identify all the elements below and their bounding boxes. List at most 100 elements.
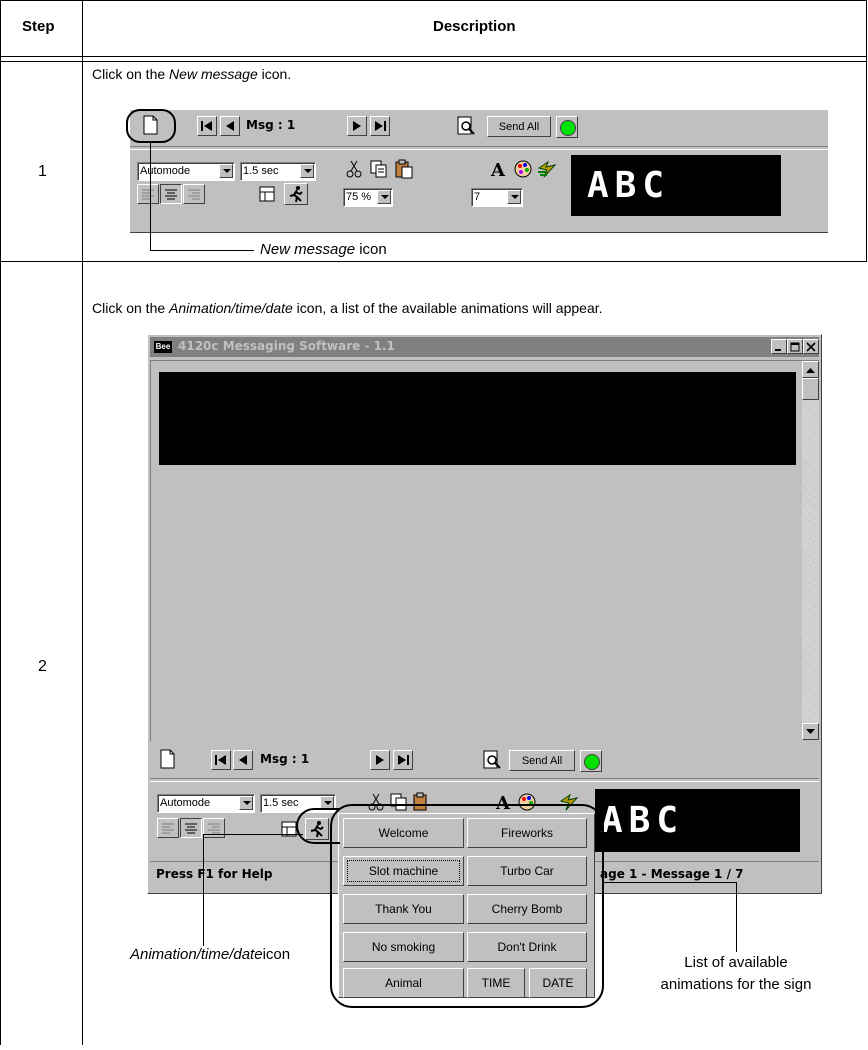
- status-light-button-window[interactable]: [580, 750, 602, 772]
- cut-icon[interactable]: [343, 158, 365, 180]
- step2-instruction-suffix: icon, a list of the available animations…: [292, 300, 603, 316]
- align-left-button-window[interactable]: [157, 818, 179, 838]
- zoom-dropdown[interactable]: 75 %: [343, 188, 393, 207]
- first-message-button[interactable]: [197, 116, 217, 136]
- led-preview-window: ABC: [595, 789, 800, 852]
- minimize-button[interactable]: [771, 339, 787, 354]
- step1-caption-suffix: icon: [355, 241, 387, 258]
- chevron-down-icon: [507, 190, 521, 204]
- align-left-button[interactable]: [137, 184, 159, 204]
- status-help: Press F1 for Help: [156, 867, 273, 881]
- send-all-button-window[interactable]: Send All: [509, 750, 575, 771]
- last-message-button[interactable]: [370, 116, 390, 136]
- list-caption-line1: List of available: [684, 954, 788, 971]
- led-preview: ABC: [571, 155, 781, 216]
- align-center-button-window[interactable]: [180, 818, 202, 838]
- step1-instruction: Click on the New message icon.: [92, 66, 291, 82]
- next-message-button[interactable]: [347, 116, 367, 136]
- preview-icon[interactable]: [455, 115, 477, 137]
- status-light-button[interactable]: [556, 116, 578, 138]
- scroll-up-button[interactable]: [802, 361, 819, 378]
- previous-icon: [226, 121, 234, 131]
- duration-dropdown[interactable]: 1.5 sec: [240, 162, 316, 181]
- scroll-down-button[interactable]: [802, 723, 819, 740]
- header-rule-2: [0, 61, 867, 62]
- align-center-button[interactable]: [160, 184, 182, 204]
- previous-icon: [239, 755, 247, 765]
- vertical-scrollbar[interactable]: [802, 361, 819, 740]
- maximize-icon: [790, 342, 800, 351]
- font-icon[interactable]: A: [488, 158, 510, 181]
- running-man-icon: [289, 186, 303, 203]
- mode-dropdown-window[interactable]: Automode: [157, 794, 255, 813]
- step2-caption-suffix: icon: [262, 946, 291, 963]
- new-message-callout: [126, 109, 176, 143]
- green-status-icon: [560, 120, 576, 136]
- mode-value: Automode: [160, 797, 211, 809]
- align-right-button[interactable]: [183, 184, 205, 204]
- step-number-1: 1: [38, 163, 47, 180]
- mode-dropdown[interactable]: Automode: [137, 162, 235, 181]
- list-leader-v: [736, 882, 737, 952]
- skip-last-icon: [398, 755, 409, 765]
- next-icon: [376, 755, 384, 765]
- send-all-button[interactable]: Send All: [487, 116, 551, 137]
- font-size-dropdown[interactable]: 7: [471, 188, 523, 207]
- message-display: [159, 372, 796, 465]
- zoom-value: 75 %: [346, 191, 372, 203]
- font-size-value: 7: [474, 191, 481, 203]
- maximize-button[interactable]: [787, 339, 803, 354]
- window-title: 4120c Messaging Software - 1.1: [178, 339, 395, 353]
- animation-icon-leader-h: [203, 834, 303, 835]
- paste-icon[interactable]: [393, 158, 415, 180]
- chevron-down-icon: [239, 796, 253, 810]
- duration-value: 1.5 sec: [243, 165, 279, 177]
- chevron-down-icon: [806, 728, 815, 734]
- next-message-button-window[interactable]: [370, 750, 390, 770]
- previous-message-button-window[interactable]: [233, 750, 253, 770]
- step2-caption-em: Animation/time/date: [130, 946, 263, 963]
- skip-first-icon: [201, 121, 212, 131]
- close-icon: [806, 341, 816, 352]
- table-left-border: [0, 0, 1, 1045]
- step1-instruction-em: New message: [169, 66, 258, 82]
- first-message-button-window[interactable]: [211, 750, 231, 770]
- animation-icon-callout-link: [296, 808, 340, 844]
- step1-instruction-suffix: icon.: [257, 66, 292, 82]
- list-caption-line2: animations for the sign: [660, 976, 812, 993]
- step-number-2: 2: [38, 658, 47, 675]
- svg-text:A: A: [490, 160, 506, 180]
- step2-instruction-em: Animation/time/date: [169, 300, 293, 316]
- new-message-icon-window[interactable]: [156, 748, 178, 770]
- animation-icon-leader-v: [203, 834, 204, 946]
- align-left-icon: [162, 823, 174, 834]
- align-center-icon: [165, 189, 177, 200]
- close-button[interactable]: [803, 339, 819, 354]
- row-divider: [0, 261, 867, 262]
- align-right-icon: [208, 823, 220, 834]
- next-icon: [353, 121, 361, 131]
- header-description: Description: [433, 18, 516, 35]
- window-toolbar-separator: [150, 778, 819, 782]
- step1-instruction-prefix: Click on the: [92, 66, 170, 82]
- lightning-effect-icon[interactable]: [536, 158, 558, 180]
- color-palette-icon[interactable]: [512, 158, 534, 180]
- chevron-down-icon: [300, 164, 314, 178]
- chevron-up-icon: [806, 367, 815, 373]
- last-message-button-window[interactable]: [393, 750, 413, 770]
- msg-counter-window: Msg : 1: [260, 752, 310, 766]
- animation-button[interactable]: [284, 183, 308, 205]
- copy-icon[interactable]: [368, 158, 390, 180]
- previous-message-button[interactable]: [220, 116, 240, 136]
- new-message-leader-h: [150, 250, 254, 251]
- step1-caption-em: New message: [260, 241, 356, 258]
- preview-icon-window[interactable]: [481, 749, 503, 771]
- frame-icon[interactable]: [256, 183, 278, 205]
- step2-instruction-prefix: Click on the: [92, 300, 170, 316]
- align-right-button-window[interactable]: [203, 818, 225, 838]
- scroll-thumb[interactable]: [802, 378, 819, 400]
- align-left-icon: [142, 189, 154, 200]
- step1-caption: New message icon: [260, 241, 387, 258]
- step2-instruction: Click on the Animation/time/date icon, a…: [92, 300, 603, 316]
- chevron-down-icon: [377, 190, 391, 204]
